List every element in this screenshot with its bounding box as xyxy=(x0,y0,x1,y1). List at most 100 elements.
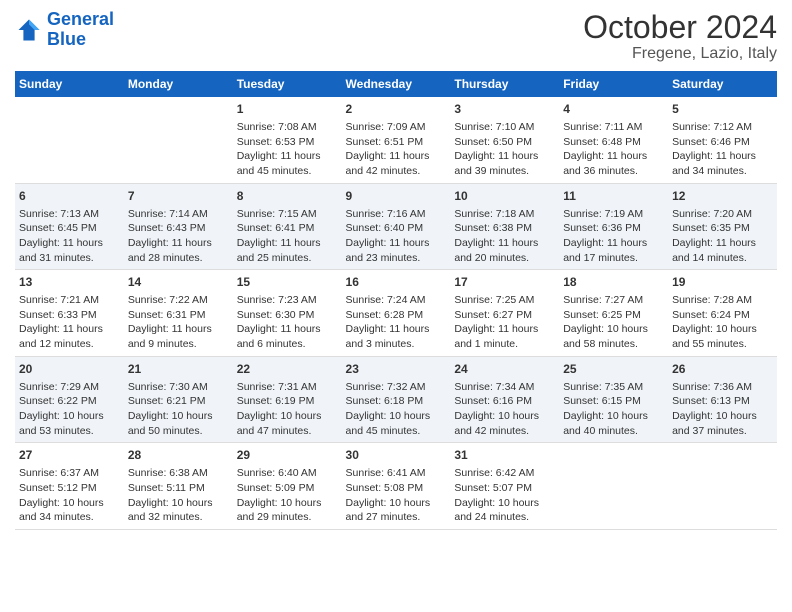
daylight-text: Daylight: 11 hours and 3 minutes. xyxy=(346,323,430,350)
sunset-text: Sunset: 5:07 PM xyxy=(454,482,532,494)
calendar-cell: 13Sunrise: 7:21 AMSunset: 6:33 PMDayligh… xyxy=(15,270,124,357)
sunset-text: Sunset: 6:16 PM xyxy=(454,395,532,407)
daylight-text: Daylight: 11 hours and 12 minutes. xyxy=(19,323,103,350)
day-number: 14 xyxy=(128,274,229,291)
calendar-cell: 31Sunrise: 6:42 AMSunset: 5:07 PMDayligh… xyxy=(450,443,559,530)
logo: General Blue xyxy=(15,10,114,50)
sunset-text: Sunset: 6:45 PM xyxy=(19,222,97,234)
calendar-cell xyxy=(559,443,668,530)
sunset-text: Sunset: 6:40 PM xyxy=(346,222,424,234)
day-number: 6 xyxy=(19,188,120,205)
daylight-text: Daylight: 11 hours and 42 minutes. xyxy=(346,150,430,177)
day-number: 1 xyxy=(237,101,338,118)
day-number: 25 xyxy=(563,361,664,378)
day-number: 17 xyxy=(454,274,555,291)
logo-line1: General xyxy=(47,9,114,29)
daylight-text: Daylight: 10 hours and 37 minutes. xyxy=(672,410,757,437)
calendar-cell: 30Sunrise: 6:41 AMSunset: 5:08 PMDayligh… xyxy=(342,443,451,530)
calendar-row: 6 Sunrise: 7:13 AM Sunset: 6:45 PM Daylight… xyxy=(15,183,777,270)
daylight-text: Daylight: 10 hours and 32 minutes. xyxy=(128,497,213,524)
calendar-cell: 20Sunrise: 7:29 AMSunset: 6:22 PMDayligh… xyxy=(15,356,124,443)
daylight-text: Daylight: 11 hours and 14 minutes. xyxy=(672,237,756,264)
calendar-cell: 11Sunrise: 7:19 AMSunset: 6:36 PMDayligh… xyxy=(559,183,668,270)
daylight-text: Daylight: 11 hours and 28 minutes. xyxy=(128,237,212,264)
daylight-text: Daylight: 10 hours and 45 minutes. xyxy=(346,410,431,437)
sunset-text: Sunset: 6:31 PM xyxy=(128,309,206,321)
day-number: 31 xyxy=(454,447,555,464)
calendar-cell: 7Sunrise: 7:14 AMSunset: 6:43 PMDaylight… xyxy=(124,183,233,270)
sunrise-text: Sunrise: 7:29 AM xyxy=(19,381,99,393)
calendar-cell: 14Sunrise: 7:22 AMSunset: 6:31 PMDayligh… xyxy=(124,270,233,357)
sunrise-text: Sunrise: 7:21 AM xyxy=(19,294,99,306)
daylight-text: Daylight: 11 hours and 45 minutes. xyxy=(237,150,321,177)
daylight-text: Daylight: 11 hours and 34 minutes. xyxy=(672,150,756,177)
sunrise-text: Sunrise: 6:37 AM xyxy=(19,467,99,479)
day-number: 16 xyxy=(346,274,447,291)
daylight-text: Daylight: 10 hours and 50 minutes. xyxy=(128,410,213,437)
sunset-text: Sunset: 6:25 PM xyxy=(563,309,641,321)
day-number: 4 xyxy=(563,101,664,118)
calendar-cell: 16Sunrise: 7:24 AMSunset: 6:28 PMDayligh… xyxy=(342,270,451,357)
page: General Blue October 2024 Fregene, Lazio… xyxy=(0,0,792,540)
sunrise-text: Sunrise: 7:25 AM xyxy=(454,294,534,306)
calendar-table: SundayMondayTuesdayWednesdayThursdayFrid… xyxy=(15,71,777,530)
sunrise-text: Sunrise: 7:18 AM xyxy=(454,208,534,220)
day-number: 3 xyxy=(454,101,555,118)
day-number: 18 xyxy=(563,274,664,291)
sunset-text: Sunset: 6:27 PM xyxy=(454,309,532,321)
sunrise-text: Sunrise: 7:09 AM xyxy=(346,121,426,133)
sunset-text: Sunset: 6:35 PM xyxy=(672,222,750,234)
daylight-text: Daylight: 10 hours and 34 minutes. xyxy=(19,497,104,524)
header: General Blue October 2024 Fregene, Lazio… xyxy=(15,10,777,63)
daylight-text: Daylight: 11 hours and 20 minutes. xyxy=(454,237,538,264)
sunrise-text: Sunrise: 6:41 AM xyxy=(346,467,426,479)
day-number: 11 xyxy=(563,188,664,205)
calendar-cell: 18Sunrise: 7:27 AMSunset: 6:25 PMDayligh… xyxy=(559,270,668,357)
weekday-header: Tuesday xyxy=(233,71,342,97)
day-number: 30 xyxy=(346,447,447,464)
sunset-text: Sunset: 5:08 PM xyxy=(346,482,424,494)
sunset-text: Sunset: 6:53 PM xyxy=(237,136,315,148)
sunrise-text: Sunrise: 7:24 AM xyxy=(346,294,426,306)
daylight-text: Daylight: 11 hours and 1 minute. xyxy=(454,323,538,350)
day-number: 28 xyxy=(128,447,229,464)
calendar-cell: 4Sunrise: 7:11 AMSunset: 6:48 PMDaylight… xyxy=(559,97,668,183)
calendar-cell: 28Sunrise: 6:38 AMSunset: 5:11 PMDayligh… xyxy=(124,443,233,530)
calendar-cell: 27Sunrise: 6:37 AMSunset: 5:12 PMDayligh… xyxy=(15,443,124,530)
sunset-text: Sunset: 6:46 PM xyxy=(672,136,750,148)
sunrise-text: Sunrise: 7:08 AM xyxy=(237,121,317,133)
sunrise-text: Sunrise: 7:36 AM xyxy=(672,381,752,393)
sunset-text: Sunset: 6:21 PM xyxy=(128,395,206,407)
day-number: 10 xyxy=(454,188,555,205)
calendar-cell: 15Sunrise: 7:23 AMSunset: 6:30 PMDayligh… xyxy=(233,270,342,357)
weekday-header: Thursday xyxy=(450,71,559,97)
sunrise-text: Sunrise: 7:13 AM xyxy=(19,208,99,220)
day-number: 15 xyxy=(237,274,338,291)
weekday-header: Saturday xyxy=(668,71,777,97)
calendar-row: 20Sunrise: 7:29 AMSunset: 6:22 PMDayligh… xyxy=(15,356,777,443)
sunset-text: Sunset: 5:09 PM xyxy=(237,482,315,494)
calendar-cell: 23Sunrise: 7:32 AMSunset: 6:18 PMDayligh… xyxy=(342,356,451,443)
weekday-header: Monday xyxy=(124,71,233,97)
sunrise-text: Sunrise: 7:28 AM xyxy=(672,294,752,306)
sunset-text: Sunset: 6:24 PM xyxy=(672,309,750,321)
logo-line2: Blue xyxy=(47,29,86,49)
calendar-cell: 5Sunrise: 7:12 AMSunset: 6:46 PMDaylight… xyxy=(668,97,777,183)
sunset-text: Sunset: 6:22 PM xyxy=(19,395,97,407)
weekday-header: Wednesday xyxy=(342,71,451,97)
weekday-header: Friday xyxy=(559,71,668,97)
sunset-text: Sunset: 6:19 PM xyxy=(237,395,315,407)
weekday-header: Sunday xyxy=(15,71,124,97)
sunrise-text: Sunrise: 7:35 AM xyxy=(563,381,643,393)
sunrise-text: Sunrise: 7:15 AM xyxy=(237,208,317,220)
day-number: 19 xyxy=(672,274,773,291)
daylight-text: Daylight: 10 hours and 53 minutes. xyxy=(19,410,104,437)
day-number: 26 xyxy=(672,361,773,378)
calendar-cell: 29Sunrise: 6:40 AMSunset: 5:09 PMDayligh… xyxy=(233,443,342,530)
sunset-text: Sunset: 6:15 PM xyxy=(563,395,641,407)
sunrise-text: Sunrise: 6:38 AM xyxy=(128,467,208,479)
calendar-cell: 6Sunrise: 7:13 AMSunset: 6:45 PMDaylight… xyxy=(15,183,124,270)
sunset-text: Sunset: 6:50 PM xyxy=(454,136,532,148)
daylight-text: Daylight: 10 hours and 29 minutes. xyxy=(237,497,322,524)
sunset-text: Sunset: 6:38 PM xyxy=(454,222,532,234)
